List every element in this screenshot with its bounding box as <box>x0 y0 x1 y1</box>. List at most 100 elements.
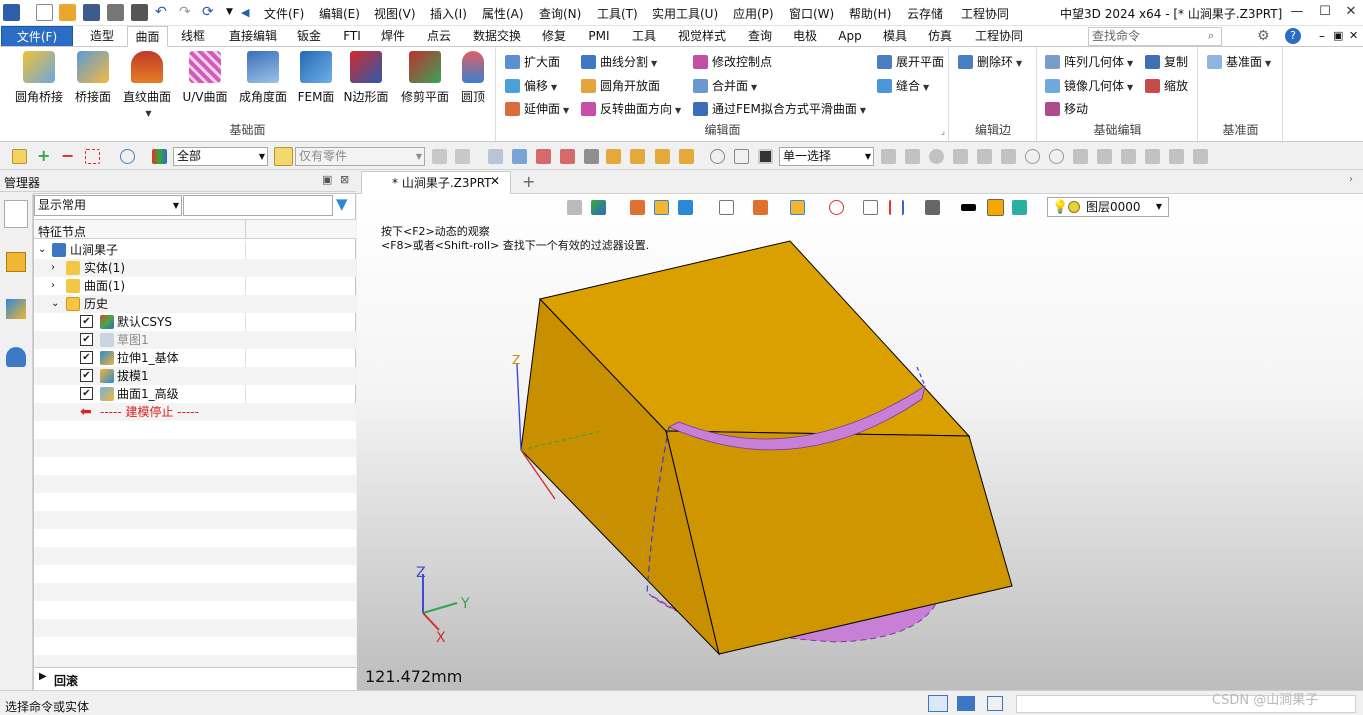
tab-file[interactable]: 文件(F) <box>1 26 73 47</box>
copy-button[interactable]: 复制 <box>1145 52 1188 72</box>
bridge-surface-button[interactable]: 桥接面 <box>70 51 116 113</box>
line-tool-icon-2[interactable] <box>1001 149 1016 164</box>
plane-tool-icon-2[interactable] <box>1193 149 1208 164</box>
toggle-menu-icon[interactable]: ◀ <box>241 4 258 21</box>
menu-view[interactable]: 视图(V) <box>374 5 416 22</box>
snap-icon-1[interactable] <box>488 149 503 164</box>
filter-option-icon-1[interactable] <box>432 149 447 164</box>
tab-electrode[interactable]: 电极 <box>787 26 823 47</box>
tree-row-surface-advanced[interactable]: ✔ 曲面1_高级 <box>34 385 356 403</box>
uv-surface-button[interactable]: U/V曲面 <box>180 51 230 113</box>
fem-smooth-button[interactable]: 通过FEM拟合方式平滑曲面 ▼ <box>693 99 866 119</box>
save-icon[interactable] <box>83 4 100 21</box>
help-icon[interactable]: ? <box>1285 28 1301 44</box>
curve-tool-icon[interactable] <box>1073 149 1088 164</box>
maximize-child-icon[interactable]: ▣ <box>1333 29 1343 42</box>
tab-tools[interactable]: 工具 <box>626 26 662 47</box>
status-view-icon-1[interactable] <box>928 695 948 712</box>
tab-data-exchange[interactable]: 数据交换 <box>466 26 528 47</box>
visibility-checkbox[interactable]: ✔ <box>80 369 93 382</box>
status-monitor-icon[interactable] <box>957 696 975 711</box>
fem-surface-button[interactable]: FEM面 <box>296 51 336 113</box>
user-manager-icon[interactable] <box>6 347 26 367</box>
visibility-checkbox[interactable]: ✔ <box>80 315 93 328</box>
model-canvas[interactable]: Z Z Y X <box>357 194 1363 690</box>
extend-face-button[interactable]: 扩大面 <box>505 52 560 72</box>
circle-tool-icon[interactable] <box>1025 149 1040 164</box>
minimize-icon[interactable]: — <box>1284 2 1310 22</box>
tab-mold[interactable]: 模具 <box>877 26 913 47</box>
tree-row-solid[interactable]: › 实体(1) <box>34 259 356 277</box>
group-launcher-icon[interactable]: ⌟ <box>941 127 945 137</box>
filter-icon[interactable] <box>152 149 167 164</box>
ruled-surface-button[interactable]: 直纹曲面 ▼ <box>120 51 174 118</box>
remove-icon[interactable]: − <box>61 148 76 164</box>
menu-query[interactable]: 查询(N) <box>539 5 581 22</box>
menu-window[interactable]: 窗口(W) <box>789 5 834 22</box>
snap-icon-9[interactable] <box>679 149 694 164</box>
open-folder-icon[interactable] <box>59 4 76 21</box>
tab-document[interactable]: * 山涧果子.Z3PRT <box>361 171 511 194</box>
tab-app[interactable]: App <box>832 26 868 47</box>
circle-tool-icon-2[interactable] <box>1049 149 1064 164</box>
new-file-icon[interactable] <box>36 4 53 21</box>
expand-arrow-icon[interactable]: › <box>51 277 55 295</box>
menu-file[interactable]: 文件(F) <box>264 5 304 22</box>
sew-button[interactable]: 缝合 ▼ <box>877 76 929 96</box>
new-tab-icon[interactable]: + <box>522 172 535 191</box>
view-manager-icon[interactable] <box>6 299 26 319</box>
tab-modeling[interactable]: 造型 <box>80 26 124 47</box>
angled-surface-button[interactable]: 成角度面 <box>236 51 290 113</box>
curve-split-button[interactable]: 曲线分割 ▼ <box>581 52 657 72</box>
3d-viewport[interactable]: 💡 图层0000 ▼ 按下<F2>动态的观察 <F8>或者<Shift-roll>… <box>357 194 1363 690</box>
visibility-checkbox[interactable]: ✔ <box>80 333 93 346</box>
tab-weldment[interactable]: 焊件 <box>373 26 413 47</box>
tree-row-history[interactable]: ⌄ 历史 <box>34 295 356 313</box>
assembly-manager-icon[interactable] <box>6 252 26 272</box>
tab-simulation[interactable]: 仿真 <box>922 26 958 47</box>
status-list-icon[interactable] <box>987 696 1003 711</box>
arc-tool-icon[interactable] <box>1121 149 1136 164</box>
curve-tool-icon-2[interactable] <box>1097 149 1112 164</box>
pick-tool-icon-3[interactable] <box>929 149 944 164</box>
funnel-filter-icon[interactable]: ▼ <box>336 197 352 213</box>
n-sided-surface-button[interactable]: N边形面 <box>342 51 390 113</box>
close-icon[interactable]: ✕ <box>1338 2 1363 22</box>
reverse-direction-button[interactable]: 反转曲面方向 ▼ <box>581 99 681 119</box>
expand-arrow-icon[interactable]: › <box>51 259 55 277</box>
select-mode-combo[interactable]: 单一选择 ▼ <box>779 147 874 166</box>
pan-icon[interactable] <box>734 149 749 164</box>
expand-arrow-icon[interactable]: ▶ <box>39 671 47 682</box>
tree-row-default-csys[interactable]: ✔ 默认CSYS <box>34 313 356 331</box>
tab-sheetmetal[interactable]: 钣金 <box>289 26 329 47</box>
collapse-arrow-icon[interactable]: ⌄ <box>51 295 59 313</box>
tab-surface[interactable]: 曲面 <box>127 26 168 47</box>
tree-row-stop-marker[interactable]: ⬅ ----- 建模停止 ----- <box>34 403 356 421</box>
tree-row-root[interactable]: ⌄ 山涧果子 <box>34 241 356 259</box>
close-panel-icon[interactable]: ⊠ <box>340 173 349 186</box>
tree-filter-input[interactable] <box>183 195 333 216</box>
snap-icon-5[interactable] <box>584 149 599 164</box>
visibility-checkbox[interactable]: ✔ <box>80 351 93 364</box>
print-icon[interactable] <box>107 4 124 21</box>
settings-gear-icon[interactable]: ⚙ <box>1257 28 1270 44</box>
menu-utilities[interactable]: 实用工具(U) <box>652 5 718 22</box>
extend-surface-button[interactable]: 延伸面 ▼ <box>505 99 569 119</box>
delete-loop-button[interactable]: 删除环 ▼ <box>958 52 1022 72</box>
unfold-plane-button[interactable]: 展开平面 <box>877 52 944 72</box>
maximize-icon[interactable]: ☐ <box>1312 2 1338 22</box>
menu-edit[interactable]: 编辑(E) <box>319 5 360 22</box>
refresh-icon[interactable]: ⟳ <box>202 4 219 21</box>
tab-visual-style[interactable]: 视觉样式 <box>672 26 732 47</box>
stop-icon[interactable] <box>758 149 773 164</box>
snap-icon-3[interactable] <box>536 149 551 164</box>
tree-row-extrude[interactable]: ✔ 拉伸1_基体 <box>34 349 356 367</box>
collapse-arrow-icon[interactable]: ⌄ <box>38 241 46 259</box>
mirror-geometry-button[interactable]: 镜像几何体 ▼ <box>1045 76 1133 96</box>
filter-option-icon-2[interactable] <box>455 149 470 164</box>
menu-attribute[interactable]: 属性(A) <box>482 5 524 22</box>
tab-scroll-icon[interactable]: › <box>1349 174 1353 185</box>
datum-plane-button[interactable]: 基准面 ▼ <box>1207 52 1271 72</box>
line-tool-icon-3[interactable] <box>1145 149 1160 164</box>
offset-button[interactable]: 偏移 ▼ <box>505 76 557 96</box>
